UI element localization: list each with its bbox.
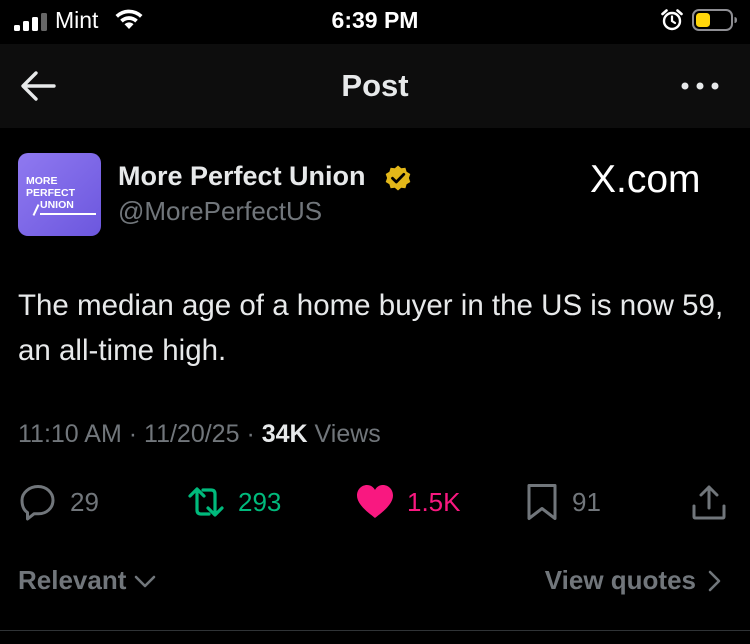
like-count: 1.5K [407, 486, 461, 517]
like-button[interactable]: 1.5K [355, 482, 461, 522]
share-icon [692, 485, 726, 520]
avatar[interactable]: MORE PERFECT UNION [18, 153, 101, 236]
meta-separator: · [128, 420, 138, 448]
sort-label: Relevant [18, 565, 127, 595]
bookmark-icon [527, 484, 557, 520]
status-bar: Mint 6:39 PM [0, 0, 750, 44]
post-time: 11:10 AM [18, 420, 122, 448]
battery-icon [692, 9, 737, 31]
chevron-down-icon [135, 575, 156, 587]
avatar-text-line: UNION [40, 199, 74, 211]
verified-badge-icon [385, 165, 411, 191]
repost-icon [188, 487, 224, 517]
more-options-button[interactable] [680, 74, 720, 98]
divider [0, 630, 750, 631]
post-meta: 11:10 AM · 11/20/25 · 34K Views [18, 420, 381, 449]
alarm-icon [661, 9, 683, 31]
sort-dropdown[interactable]: Relevant [18, 565, 158, 596]
post-date: 11/20/25 [144, 420, 240, 448]
author-handle[interactable]: @MorePerfectUS [118, 196, 322, 227]
views-label: Views [314, 420, 381, 448]
views-count[interactable]: 34K [262, 420, 308, 448]
reply-icon [20, 485, 55, 521]
view-quotes-link[interactable]: View quotes [545, 565, 724, 596]
reply-button[interactable]: 29 [18, 482, 99, 522]
avatar-logo-mark [32, 204, 40, 216]
avatar-text-line: MORE [26, 175, 58, 187]
chevron-right-icon [708, 570, 721, 591]
bookmark-count: 91 [572, 486, 601, 517]
page-title: Post [341, 68, 409, 103]
bookmark-button[interactable]: 91 [524, 482, 601, 522]
reply-count: 29 [70, 486, 99, 517]
nav-header: Post [0, 44, 750, 128]
view-quotes-label: View quotes [544, 565, 696, 595]
avatar-text-line: PERFECT [26, 187, 76, 199]
repost-button[interactable]: 293 [186, 482, 281, 522]
repost-count: 293 [238, 486, 282, 517]
avatar-logo-rule [40, 213, 96, 215]
author-display-name[interactable]: More Perfect Union [118, 161, 366, 192]
brand-watermark: X.com [590, 158, 701, 201]
meta-separator: · [246, 420, 255, 448]
status-time: 6:39 PM [331, 7, 419, 33]
post-text: The median age of a home buyer in the US… [18, 289, 724, 367]
heart-icon [357, 485, 393, 518]
share-button[interactable] [690, 482, 728, 522]
